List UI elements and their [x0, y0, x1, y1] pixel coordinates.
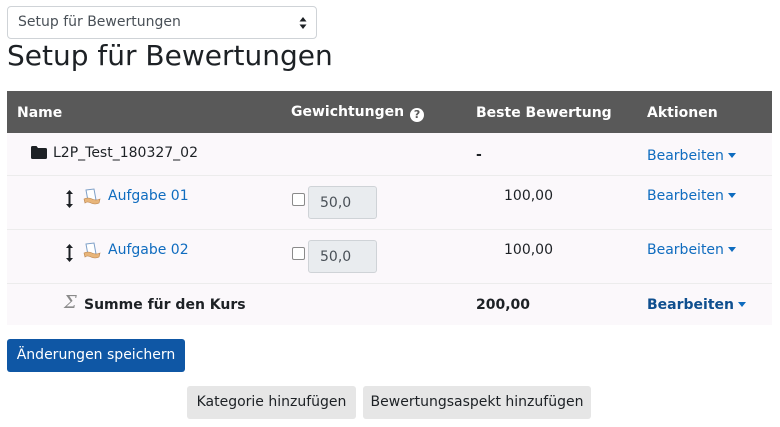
weight-input[interactable]: 50,0	[308, 240, 377, 273]
weight-override-checkbox[interactable]	[292, 193, 305, 206]
assignment-icon	[83, 188, 101, 205]
help-icon[interactable]: ?	[410, 108, 425, 122]
select-value: Setup für Bewertungen	[18, 14, 181, 30]
add-grade-item-button[interactable]: Bewertungsaspekt hinzufügen	[363, 386, 591, 419]
category-best-grade: -	[476, 147, 482, 163]
grade-setup-table: Name Gewichtungen? Beste Bewertung Aktio…	[7, 91, 772, 325]
grader-setup-select[interactable]: Setup für Bewertungen	[7, 6, 317, 39]
grade-item-link[interactable]: Aufgabe 01	[108, 187, 189, 205]
weight-input[interactable]: 50,0	[308, 186, 377, 219]
select-arrows-icon	[299, 17, 307, 29]
column-header-actions: Aktionen	[647, 105, 718, 121]
course-total-name: Summe für den Kurs	[84, 297, 246, 313]
item-edit-menu[interactable]: Bearbeiten	[647, 187, 736, 205]
sigma-icon: Σ	[64, 292, 77, 313]
column-header-weights-label: Gewichtungen	[291, 104, 405, 120]
weight-value: 50,0	[320, 195, 352, 211]
caret-down-icon	[727, 193, 736, 198]
folder-icon	[31, 146, 47, 159]
table-header: Name Gewichtungen? Beste Bewertung Aktio…	[7, 91, 772, 133]
item-edit-menu[interactable]: Bearbeiten	[647, 241, 736, 259]
item-best-grade: 100,00	[504, 188, 553, 204]
grade-item-link[interactable]: Aufgabe 02	[108, 241, 189, 259]
caret-down-icon	[727, 153, 736, 158]
table-row: Aufgabe 02 50,0 100,00 Bearbeiten	[7, 230, 772, 284]
column-header-name: Name	[17, 105, 63, 121]
table-row-category: L2P_Test_180327_02 - Bearbeiten	[7, 133, 772, 176]
item-edit-label: Bearbeiten	[647, 188, 724, 204]
column-header-best-grade: Beste Bewertung	[476, 105, 612, 121]
weight-value: 50,0	[320, 249, 352, 265]
table-row-total: Σ Summe für den Kurs 200,00 Bearbeiten	[7, 284, 772, 325]
caret-down-icon	[727, 247, 736, 252]
assignment-icon	[83, 242, 101, 259]
category-name: L2P_Test_180327_02	[53, 145, 198, 161]
item-best-grade: 100,00	[504, 242, 553, 258]
category-edit-menu[interactable]: Bearbeiten	[647, 147, 736, 165]
page-title: Setup für Bewertungen	[7, 39, 333, 72]
save-changes-button[interactable]: Änderungen speichern	[7, 339, 185, 372]
course-total-best-grade: 200,00	[476, 297, 531, 313]
item-edit-label: Bearbeiten	[647, 242, 724, 258]
column-header-weights: Gewichtungen?	[291, 104, 425, 122]
weight-override-checkbox[interactable]	[292, 247, 305, 260]
move-icon[interactable]	[66, 190, 73, 208]
table-row: Aufgabe 01 50,0 100,00 Bearbeiten	[7, 176, 772, 230]
move-icon[interactable]	[66, 244, 73, 262]
add-category-button[interactable]: Kategorie hinzufügen	[187, 386, 356, 419]
course-total-edit-label: Bearbeiten	[647, 297, 734, 313]
course-total-edit-menu[interactable]: Bearbeiten	[647, 296, 746, 314]
category-edit-label: Bearbeiten	[647, 148, 724, 164]
caret-down-icon	[738, 302, 746, 307]
